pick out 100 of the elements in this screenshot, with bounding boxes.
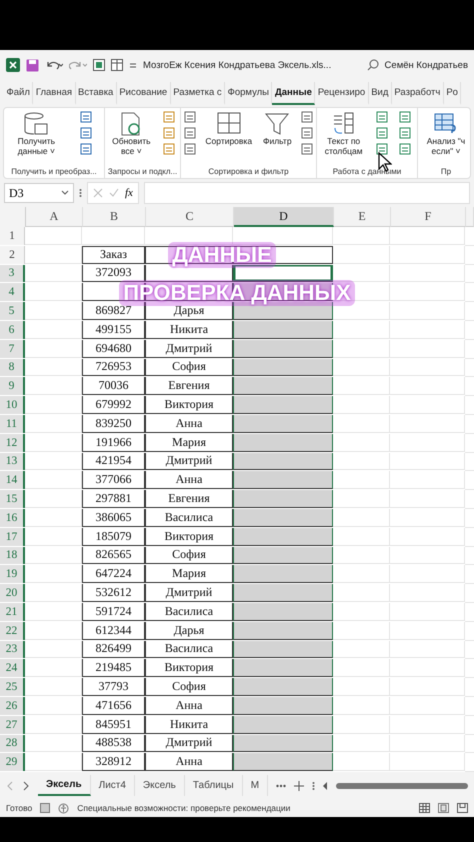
sheet-tab[interactable]: Таблицы: [184, 775, 243, 796]
ribbon-button[interactable]: Анализ "ч если" ˅: [424, 111, 468, 157]
row-header[interactable]: 4: [0, 283, 25, 302]
table-cell: 726953: [82, 358, 145, 376]
chevron-icon: [61, 190, 69, 196]
ribbon-tab[interactable]: Файл: [4, 82, 34, 105]
excel-icon[interactable]: [6, 58, 20, 72]
page-break-icon[interactable]: [457, 803, 468, 814]
row-header[interactable]: 14: [0, 471, 25, 490]
table-cell: 826499: [82, 640, 145, 658]
user-name[interactable]: Семён Кондратьев: [384, 60, 468, 70]
row-header[interactable]: 9: [0, 377, 25, 396]
row-header[interactable]: 2: [0, 246, 25, 264]
empty-cell: [333, 246, 390, 264]
row-header[interactable]: 5: [0, 302, 25, 320]
sheet-tab[interactable]: Лист4: [90, 775, 135, 796]
sheet-tab[interactable]: М: [242, 775, 268, 796]
ribbon-tab[interactable]: Данные: [272, 82, 316, 105]
row-header[interactable]: 23: [0, 640, 25, 658]
row-header[interactable]: 6: [0, 320, 25, 339]
empty-cell: [82, 227, 145, 245]
more-icon[interactable]: [312, 780, 316, 791]
row-header[interactable]: 26: [0, 696, 25, 715]
page-layout-icon[interactable]: [438, 803, 449, 814]
formula-input[interactable]: [144, 182, 470, 204]
row-header[interactable]: 22: [0, 622, 25, 640]
next-icon[interactable]: [22, 780, 30, 791]
column-header[interactable]: F: [391, 207, 466, 227]
normal-view-icon[interactable]: [419, 803, 430, 814]
table-cell: 37793: [82, 678, 145, 696]
accessibility-status[interactable]: Специальные возможности: проверьте рекомендации: [77, 803, 411, 814]
insert-function-button[interactable]: fx: [125, 187, 133, 199]
scroll-left-icon[interactable]: [323, 782, 328, 790]
ribbon-tab[interactable]: Рисование: [116, 82, 171, 105]
ribbon-tab[interactable]: Вид: [368, 82, 392, 105]
row-header[interactable]: 18: [0, 546, 25, 564]
ribbon-button[interactable]: Обновить все ˅: [110, 111, 153, 157]
row-header[interactable]: 11: [0, 414, 25, 433]
ribbon-tab[interactable]: Po: [444, 82, 462, 105]
row-header[interactable]: 13: [0, 452, 25, 470]
ribbon-tab[interactable]: Вставка: [76, 82, 117, 105]
table-cell: 612344: [82, 622, 145, 640]
more-icon[interactable]: [276, 784, 286, 788]
small-tool-icon[interactable]: [376, 143, 388, 155]
row-header[interactable]: 17: [0, 528, 25, 546]
table-cell: 191966: [82, 434, 145, 452]
column-header[interactable]: B: [83, 207, 146, 227]
name-box[interactable]: D3: [4, 183, 74, 203]
table-icon[interactable]: [111, 59, 123, 71]
sheet-tab[interactable]: Эксель: [38, 775, 91, 796]
ribbon-button[interactable]: Сортировка: [203, 111, 254, 147]
row-header[interactable]: 3: [0, 264, 25, 282]
ribbon-tab[interactable]: Разработч: [392, 82, 444, 105]
row-header[interactable]: 29: [0, 753, 25, 772]
row-header[interactable]: 20: [0, 584, 25, 602]
column-header[interactable]: C: [146, 207, 234, 227]
add-sheet-icon[interactable]: [294, 780, 304, 791]
row-header[interactable]: 15: [0, 490, 25, 508]
check-icon[interactable]: [109, 188, 119, 198]
row-header[interactable]: 19: [0, 565, 25, 584]
ribbon-tab[interactable]: Рецензиро: [315, 82, 369, 105]
search-icon[interactable]: [366, 59, 379, 71]
table-cell: 532612: [82, 584, 145, 602]
scrollbar[interactable]: [336, 782, 468, 789]
table-cell: 377066: [82, 471, 145, 490]
column-header[interactable]: E: [334, 207, 391, 227]
undo-icon[interactable]: [45, 59, 63, 71]
row-header[interactable]: 28: [0, 734, 25, 752]
ribbon-button[interactable]: Фильтр: [261, 111, 294, 147]
row-header[interactable]: 24: [0, 659, 25, 678]
group-label: Пр: [440, 167, 452, 178]
table-cell: 845951: [82, 716, 145, 734]
group-label: Сортировка и фильтр: [207, 167, 290, 178]
row-header[interactable]: 8: [0, 358, 25, 376]
status-text: Готово: [6, 803, 32, 814]
ribbon-tab[interactable]: Разметка с: [170, 82, 226, 105]
column-header[interactable]: A: [26, 207, 83, 227]
sheet-tab[interactable]: Эксель: [134, 775, 185, 796]
accessibility-icon[interactable]: [58, 802, 70, 814]
row-header[interactable]: 27: [0, 716, 25, 734]
ribbon-button[interactable]: Текст по столбцам: [322, 111, 365, 157]
table-cell: 647224: [82, 565, 145, 584]
form-icon[interactable]: [93, 59, 105, 71]
table-cell: 694680: [82, 340, 145, 358]
group-label: Получить и преобраз...: [10, 167, 98, 178]
column-header[interactable]: D: [234, 207, 334, 227]
row-header[interactable]: 16: [0, 508, 25, 527]
row-header[interactable]: 12: [0, 434, 25, 452]
row-header[interactable]: 7: [0, 340, 25, 358]
ribbon-button[interactable]: Получить данные ˅: [16, 111, 58, 157]
row-header[interactable]: 21: [0, 602, 25, 621]
save-icon[interactable]: [26, 58, 39, 72]
redo-icon[interactable]: [69, 59, 87, 71]
ribbon-tab[interactable]: Главная: [33, 82, 76, 105]
row-header[interactable]: 10: [0, 396, 25, 414]
macro-icon[interactable]: [40, 803, 50, 814]
table-cell: 869827: [82, 302, 145, 320]
ribbon-tab[interactable]: Формулы: [225, 82, 272, 105]
row-header[interactable]: 1: [0, 227, 25, 245]
row-header[interactable]: 25: [0, 678, 25, 696]
